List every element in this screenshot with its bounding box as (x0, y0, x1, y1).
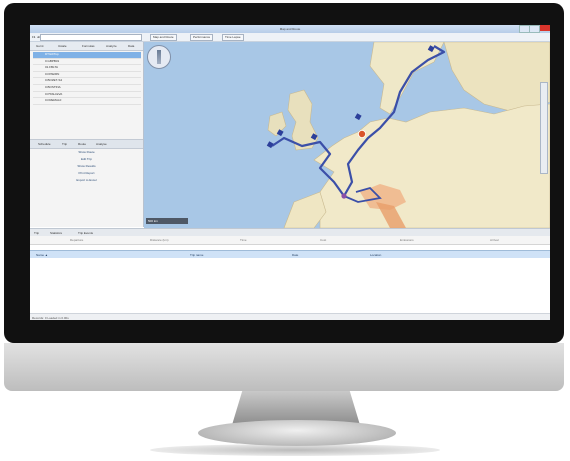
col-ustale[interactable]: Ustale (58, 44, 67, 48)
tree-item[interactable]: 0.FPIEIRN (33, 72, 141, 79)
show-results-button[interactable]: Show Results (30, 163, 143, 170)
col-name[interactable]: Name ▲ (36, 253, 48, 257)
title-bar: Map and Route (30, 25, 550, 33)
step-distance: Distance (km) (150, 238, 169, 242)
window-title: Map and Route (279, 27, 301, 31)
monitor-chin (4, 343, 564, 391)
step-emissions: Emissions (400, 238, 414, 242)
tab-time-lapse[interactable]: Time Lapse (222, 34, 244, 41)
tab-statistics[interactable]: Statistics (50, 231, 62, 235)
map-compass-icon[interactable] (147, 45, 171, 69)
step-departure: Departure (70, 238, 84, 242)
maximize-button[interactable] (529, 25, 540, 33)
tab-trip-events[interactable]: Trip Events (78, 231, 93, 235)
tab-schedule[interactable]: Schedule (38, 142, 51, 146)
col-gurnt[interactable]: Gurnt (36, 44, 44, 48)
map-zoom-slider[interactable] (540, 82, 548, 174)
print-report-button[interactable]: Print Report (30, 170, 143, 177)
step-cost: Cost (320, 238, 327, 242)
tab-trip-bottom[interactable]: Trip (34, 231, 39, 235)
col-location[interactable]: Location (370, 253, 381, 257)
action-list: Show Route Edit Trip Show Results Print … (30, 149, 143, 184)
tree-item[interactable]: DTG0/Top (33, 52, 141, 59)
tree-item[interactable]: 0.FREMAL0 (33, 98, 141, 105)
show-route-button[interactable]: Show Route (30, 149, 143, 156)
left-tab-strip: Schedule Trip Route Analyse (30, 139, 143, 149)
edit-trip-button[interactable]: Edit Trip (30, 156, 143, 163)
monitor-base (198, 420, 396, 446)
col-data[interactable]: Data (128, 44, 134, 48)
status-text: Records: 0 Loaded in 0.00s (32, 316, 69, 320)
tree-item[interactable]: 01.FBLTA (33, 65, 141, 72)
map-scale: 500 km (146, 218, 188, 224)
monitor-frame: Map and Route Fil. ultra Map and Route P… (4, 3, 564, 343)
tree-item[interactable]: 0.GBPB31 (33, 59, 141, 66)
step-time: Time (240, 238, 247, 242)
col-analyze[interactable]: Analyze (106, 44, 117, 48)
tab-route[interactable]: Route (78, 142, 86, 146)
col-trip-name[interactable]: Trip name (190, 253, 203, 257)
left-panel: Gurnt Ustale Formulas Analyze Data DTG0/… (30, 42, 144, 227)
col-formulas[interactable]: Formulas (82, 44, 95, 48)
export-excel-button[interactable]: Export to Excel (30, 177, 143, 184)
app-window: Map and Route Fil. ultra Map and Route P… (30, 25, 550, 320)
tab-analyse[interactable]: Analyse (96, 142, 107, 146)
map-view[interactable]: 500 km (144, 42, 550, 228)
monitor-shadow (150, 444, 440, 456)
results-grid[interactable] (30, 258, 550, 313)
europe-map (266, 42, 550, 228)
tree-item[interactable]: 0.PSSH.EVA (33, 92, 141, 99)
step-arrival: Arrival (490, 238, 499, 242)
toolbar: Fil. ultra Map and Route Performance Tim… (30, 33, 550, 42)
status-bar: Records: 0 Loaded in 0.00s (30, 313, 550, 320)
tab-performance[interactable]: Performance (190, 34, 214, 41)
tree-item[interactable]: 0.BOSTINA (33, 85, 141, 92)
tree-item[interactable]: 0.BOZET-S4 (33, 78, 141, 85)
filter-select[interactable] (40, 34, 142, 41)
left-column-header: Gurnt Ustale Formulas Analyze Data (30, 42, 143, 51)
tab-map-and-route[interactable]: Map and Route (150, 34, 177, 41)
close-button[interactable] (540, 25, 550, 31)
summary-steps: Departure Distance (km) Time Cost Emissi… (30, 236, 550, 245)
trip-tree: DTG0/Top 0.GBPB31 01.FBLTA 0.FPIEIRN 0.B… (33, 52, 141, 105)
col-date[interactable]: Date (292, 253, 298, 257)
tab-trip[interactable]: Trip (62, 142, 67, 146)
